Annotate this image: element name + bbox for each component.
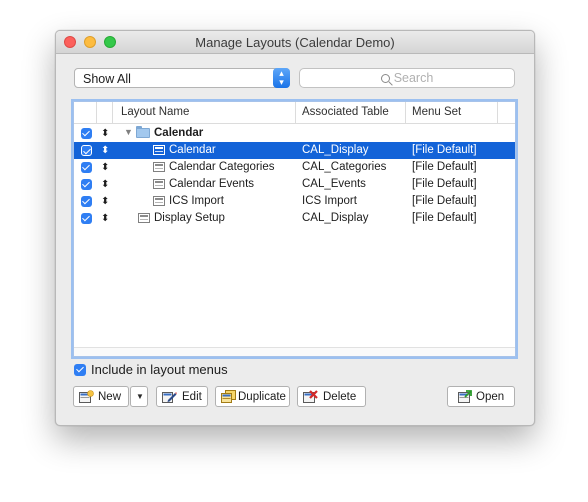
layout-name: Calendar — [154, 127, 204, 139]
search-placeholder: Search — [393, 71, 434, 85]
move-handle-icon[interactable]: ⬍ — [101, 160, 109, 175]
associated-table: CAL_Events — [302, 178, 366, 190]
delete-x-icon — [303, 390, 318, 403]
associated-table: CAL_Display — [302, 212, 369, 224]
associated-table: CAL_Display — [302, 144, 369, 156]
title-bar[interactable]: Manage Layouts (Calendar Demo) — [56, 31, 534, 54]
duplicate-button[interactable]: Duplicate — [215, 386, 290, 407]
row-checkbox[interactable] — [81, 128, 92, 139]
layout-icon — [153, 196, 165, 206]
layout-name: ICS Import — [169, 195, 224, 207]
pencil-icon — [162, 392, 177, 403]
show-filter-value: Show All — [83, 72, 131, 86]
associated-table: ICS Import — [302, 195, 357, 207]
menu-set: [File Default] — [412, 195, 477, 207]
layout-icon — [153, 162, 165, 172]
menu-set: [File Default] — [412, 212, 477, 224]
move-handle-icon[interactable]: ⬍ — [101, 211, 109, 226]
duplicate-icon — [221, 390, 236, 403]
menu-set: [File Default] — [412, 144, 477, 156]
layout-name: Display Setup — [154, 212, 225, 224]
open-button[interactable]: Open — [447, 386, 515, 407]
column-associated-table[interactable]: Associated Table — [302, 106, 389, 118]
search-field[interactable]: Search — [299, 68, 515, 88]
new-button[interactable]: New — [73, 386, 129, 407]
include-in-menus-label[interactable]: Include in layout menus — [91, 362, 228, 377]
disclosure-triangle-icon[interactable]: ▼ — [124, 127, 133, 137]
row-checkbox[interactable] — [81, 196, 92, 207]
row-checkbox[interactable] — [81, 213, 92, 224]
row-checkbox[interactable] — [81, 162, 92, 173]
table-row[interactable]: ⬍ Display Setup CAL_Display [File Defaul… — [74, 210, 515, 227]
menu-set: [File Default] — [412, 178, 477, 190]
delete-button-label: Delete — [323, 391, 357, 403]
layout-name: Calendar Events — [169, 178, 255, 190]
associated-table: CAL_Categories — [302, 161, 387, 173]
open-layout-icon — [458, 390, 472, 403]
layouts-table[interactable]: Layout Name Associated Table Menu Set ⬍ … — [73, 101, 516, 357]
move-handle-icon[interactable]: ⬍ — [101, 143, 109, 158]
layout-icon — [138, 213, 150, 223]
layout-icon — [153, 145, 165, 155]
folder-icon — [136, 126, 150, 138]
search-icon — [380, 74, 390, 83]
table-row[interactable]: ⬍ ▼ Calendar — [74, 125, 515, 142]
open-button-label: Open — [476, 391, 505, 403]
table-row[interactable]: ⬍ Calendar Categories CAL_Categories [Fi… — [74, 159, 515, 176]
delete-button[interactable]: Delete — [297, 386, 366, 407]
layout-name: Calendar — [169, 144, 216, 156]
new-button-label: New — [98, 391, 122, 403]
edit-button-label: Edit — [182, 391, 202, 403]
table-row[interactable]: ⬍ Calendar CAL_Display [File Default] — [74, 142, 515, 159]
move-handle-icon[interactable]: ⬍ — [101, 177, 109, 192]
popup-arrows-icon: ▴ ▾ — [273, 68, 290, 88]
window-title: Manage Layouts (Calendar Demo) — [195, 35, 395, 50]
row-checkbox[interactable] — [81, 179, 92, 190]
table-row[interactable]: ⬍ Calendar Events CAL_Events [File Defau… — [74, 176, 515, 193]
menu-set: [File Default] — [412, 161, 477, 173]
move-handle-icon[interactable]: ⬍ — [101, 126, 109, 141]
manage-layouts-window: Manage Layouts (Calendar Demo) Show All … — [55, 30, 535, 426]
new-layout-icon — [79, 390, 94, 403]
move-handle-icon[interactable]: ⬍ — [101, 194, 109, 209]
edit-button[interactable]: Edit — [156, 386, 208, 407]
row-checkbox[interactable] — [81, 145, 92, 156]
layout-icon — [153, 179, 165, 189]
table-header: Layout Name Associated Table Menu Set — [74, 102, 515, 124]
show-filter-popup[interactable]: Show All ▴ ▾ — [74, 68, 290, 88]
include-in-menus-checkbox[interactable] — [74, 364, 86, 376]
column-layout-name[interactable]: Layout Name — [121, 106, 189, 118]
duplicate-button-label: Duplicate — [238, 391, 286, 403]
layout-name: Calendar Categories — [169, 161, 275, 173]
column-menu-set[interactable]: Menu Set — [412, 106, 461, 118]
new-dropdown-button[interactable]: ▼ — [130, 386, 148, 407]
table-footer — [74, 347, 515, 356]
table-row[interactable]: ⬍ ICS Import ICS Import [File Default] — [74, 193, 515, 210]
dropdown-arrow-icon: ▼ — [136, 392, 144, 401]
